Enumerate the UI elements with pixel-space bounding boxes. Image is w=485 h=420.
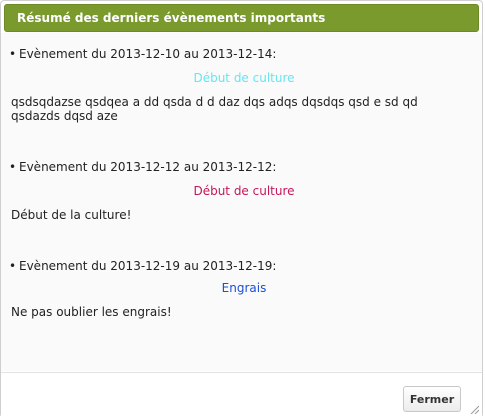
bullet-icon: • <box>9 160 17 174</box>
event-header: • Evènement du 2013-12-19 au 2013-12-19: <box>9 259 469 273</box>
event-header: • Evènement du 2013-12-10 au 2013-12-14: <box>9 47 469 61</box>
event-header-text: Evènement du 2013-12-12 au 2013-12-12: <box>19 160 277 174</box>
resize-grip-icon[interactable] <box>469 404 479 414</box>
event-category: Début de culture <box>193 184 295 198</box>
event-item: • Evènement du 2013-12-10 au 2013-12-14: … <box>9 47 469 123</box>
event-item: • Evènement du 2013-12-12 au 2013-12-12: … <box>9 160 469 222</box>
dialog-title: Résumé des derniers évènements important… <box>17 11 326 25</box>
close-button[interactable]: Fermer <box>403 386 461 412</box>
event-description: Ne pas oublier les engrais! <box>11 305 172 319</box>
event-item: • Evènement du 2013-12-19 au 2013-12-19: … <box>9 259 469 319</box>
dialog-footer: Fermer <box>1 372 482 418</box>
event-header-text: Evènement du 2013-12-10 au 2013-12-14: <box>19 47 277 61</box>
event-header-text: Evènement du 2013-12-19 au 2013-12-19: <box>19 259 277 273</box>
dialog-content: • Evènement du 2013-12-10 au 2013-12-14: … <box>1 33 482 371</box>
bullet-icon: • <box>9 47 17 61</box>
bullet-icon: • <box>9 259 17 273</box>
event-header: • Evènement du 2013-12-12 au 2013-12-12: <box>9 160 469 174</box>
event-description: Début de la culture! <box>11 208 132 222</box>
dialog-titlebar[interactable]: Résumé des derniers évènements important… <box>4 4 479 32</box>
event-category: Engrais <box>221 281 267 295</box>
event-category: Début de culture <box>193 71 295 85</box>
event-description: qsdsqdazse qsdqea a dd qsda d d daz dqs … <box>11 95 418 123</box>
events-dialog: Résumé des derniers évènements important… <box>0 0 483 418</box>
